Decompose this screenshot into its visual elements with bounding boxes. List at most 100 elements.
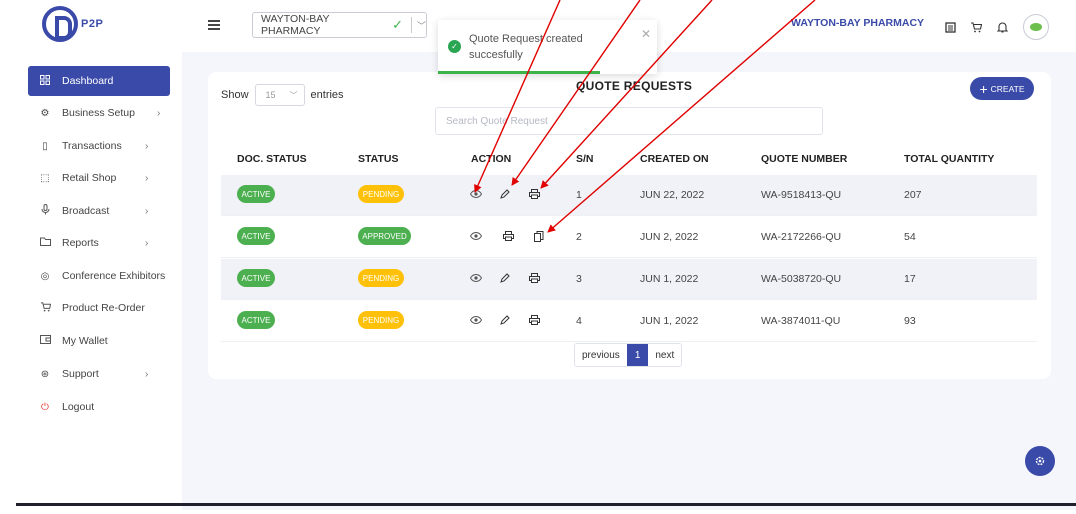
wallet-icon: [38, 335, 52, 347]
eye-icon[interactable]: [468, 312, 484, 328]
table-row: ACTIVE PENDING 4 JUN 1, 2022 WA-3874011-…: [221, 301, 1037, 342]
copy-icon[interactable]: [531, 228, 547, 244]
close-icon[interactable]: ✕: [641, 27, 651, 41]
logo-text: P2P: [81, 18, 104, 30]
pharmacy-name: WAYTON-BAY PHARMACY: [791, 17, 925, 29]
success-toast: ✓ Quote Request created succesfully ✕: [438, 20, 657, 74]
sidebar-item-label: Retail Shop: [62, 172, 117, 184]
sidebar-item-support[interactable]: ⊛ Support ›: [28, 359, 170, 389]
table-row: ACTIVE APPROVED 2 JUN 2, 2022 WA-2172266…: [221, 217, 1037, 258]
sidebar-item-label: Conference Exhibitors: [62, 270, 166, 282]
quote-number-cell: WA-5038720-QU: [761, 273, 842, 285]
column-header-total-quantity[interactable]: TOTAL QUANTITY: [904, 153, 994, 165]
sidebar-item-label: Logout: [62, 401, 95, 413]
avatar[interactable]: [1023, 14, 1049, 40]
sidebar-item-label: Business Setup: [62, 107, 135, 119]
column-header-doc-status[interactable]: DOC. STATUS: [237, 153, 307, 165]
sn-cell: 2: [576, 231, 582, 243]
column-header-sn[interactable]: S/N: [576, 153, 594, 165]
logo[interactable]: P2P: [42, 6, 103, 42]
create-button[interactable]: + CREATE: [970, 77, 1034, 100]
pencil-icon[interactable]: [497, 312, 513, 328]
page-button-current[interactable]: 1: [626, 344, 649, 366]
total-quantity-cell: 207: [904, 189, 922, 201]
bell-icon[interactable]: [995, 20, 1009, 34]
show-label: Show: [221, 89, 249, 101]
doc-status-badge: ACTIVE: [237, 269, 275, 287]
check-icon: ✓: [392, 17, 404, 32]
toast-message: Quote Request created succesfully: [469, 33, 583, 61]
created-on-cell: JUN 1, 2022: [640, 315, 699, 327]
toast-progress-bar: [438, 71, 600, 74]
next-page-button[interactable]: next: [648, 344, 682, 366]
sidebar-item-retail-shop[interactable]: ⬚ Retail Shop ›: [28, 163, 170, 193]
document-icon[interactable]: [943, 20, 957, 34]
entries-select[interactable]: 15 ﹀: [254, 84, 305, 106]
sidebar-item-reports[interactable]: Reports ›: [28, 228, 170, 258]
show-entries: Show 15 ﹀ entries: [221, 84, 344, 106]
search-input[interactable]: [435, 107, 823, 135]
app-frame: P2P WAYTON-BAY PHARMACY ✓ ﹀ WAYTON-BAY P…: [16, 0, 1076, 510]
printer-icon[interactable]: [526, 312, 542, 328]
table-row: ACTIVE PENDING 3 JUN 1, 2022 WA-5038720-…: [221, 259, 1037, 300]
cart-icon[interactable]: [969, 20, 983, 34]
total-quantity-cell: 54: [904, 231, 916, 243]
pencil-icon[interactable]: [497, 186, 513, 202]
select-separator: [411, 17, 412, 33]
previous-page-button[interactable]: previous: [575, 344, 627, 366]
cart-icon: [38, 301, 52, 315]
quote-number-cell: WA-2172266-QU: [761, 231, 842, 243]
printer-icon[interactable]: [500, 228, 516, 244]
sidebar-item-label: Support: [62, 368, 99, 380]
created-on-cell: JUN 22, 2022: [640, 189, 705, 201]
column-header-action[interactable]: ACTION: [471, 153, 511, 165]
created-on-cell: JUN 1, 2022: [640, 273, 699, 285]
target-icon: ◎: [40, 270, 50, 282]
pharmacy-select[interactable]: WAYTON-BAY PHARMACY ✓ ﹀: [252, 12, 427, 38]
eye-icon[interactable]: [468, 186, 484, 202]
sidebar-item-dashboard[interactable]: Dashboard: [28, 66, 170, 96]
grid-icon: [38, 74, 52, 88]
sidebar-item-my-wallet[interactable]: My Wallet: [28, 326, 170, 356]
sidebar-item-conference-exhibitors[interactable]: ◎ Conference Exhibitors: [28, 261, 170, 291]
doc-status-badge: ACTIVE: [237, 185, 275, 203]
status-badge: PENDING: [358, 269, 404, 287]
column-header-created-on[interactable]: CREATED ON: [640, 153, 709, 165]
sidebar-item-label: Broadcast: [62, 205, 110, 217]
sidebar-item-broadcast[interactable]: Broadcast ›: [28, 196, 170, 226]
sidebar-item-product-reorder[interactable]: Product Re-Order: [28, 293, 170, 323]
printer-icon[interactable]: [526, 270, 542, 286]
document-icon: ▯: [42, 140, 48, 152]
power-icon: ⏻: [41, 401, 49, 413]
sidebar-item-label: Reports: [62, 237, 99, 249]
chevron-down-icon[interactable]: ﹀: [417, 19, 426, 32]
entries-select-value: 15: [265, 90, 276, 100]
sidebar-item-label: Product Re-Order: [62, 302, 145, 314]
sidebar: Dashboard ⚙ Business Setup › ▯ Transacti…: [16, 52, 182, 510]
page-title: QUOTE REQUESTS: [576, 79, 693, 93]
table-row: ACTIVE PENDING 1 JUN 22, 2022 WA-9518413…: [221, 175, 1037, 216]
chevron-right-icon: ›: [145, 205, 149, 217]
quote-requests-card: Show 15 ﹀ entries QUOTE REQUESTS + CREAT…: [208, 72, 1051, 379]
doc-status-badge: ACTIVE: [237, 311, 275, 329]
sidebar-item-label: My Wallet: [62, 335, 108, 347]
printer-icon[interactable]: [526, 186, 542, 202]
status-badge: APPROVED: [358, 227, 411, 245]
pagination: previous 1 next: [574, 343, 683, 367]
eye-icon[interactable]: [468, 228, 484, 244]
column-header-status[interactable]: STATUS: [358, 153, 398, 165]
doc-status-badge: ACTIVE: [237, 227, 275, 245]
plus-icon: +: [979, 80, 988, 97]
sidebar-item-label: Dashboard: [62, 75, 114, 87]
sidebar-item-business-setup[interactable]: ⚙ Business Setup ›: [28, 98, 170, 128]
sidebar-item-transactions[interactable]: ▯ Transactions ›: [28, 131, 170, 161]
pencil-icon[interactable]: [497, 270, 513, 286]
eye-icon[interactable]: [468, 270, 484, 286]
sidebar-item-logout[interactable]: ⏻ Logout: [28, 392, 170, 422]
settings-fab[interactable]: [1025, 446, 1055, 476]
column-header-quote-number[interactable]: QUOTE NUMBER: [761, 153, 847, 165]
menu-toggle-icon[interactable]: [208, 20, 220, 30]
quote-number-cell: WA-9518413-QU: [761, 189, 842, 201]
success-check-icon: ✓: [448, 40, 461, 53]
quote-number-cell: WA-3874011-QU: [761, 315, 841, 327]
